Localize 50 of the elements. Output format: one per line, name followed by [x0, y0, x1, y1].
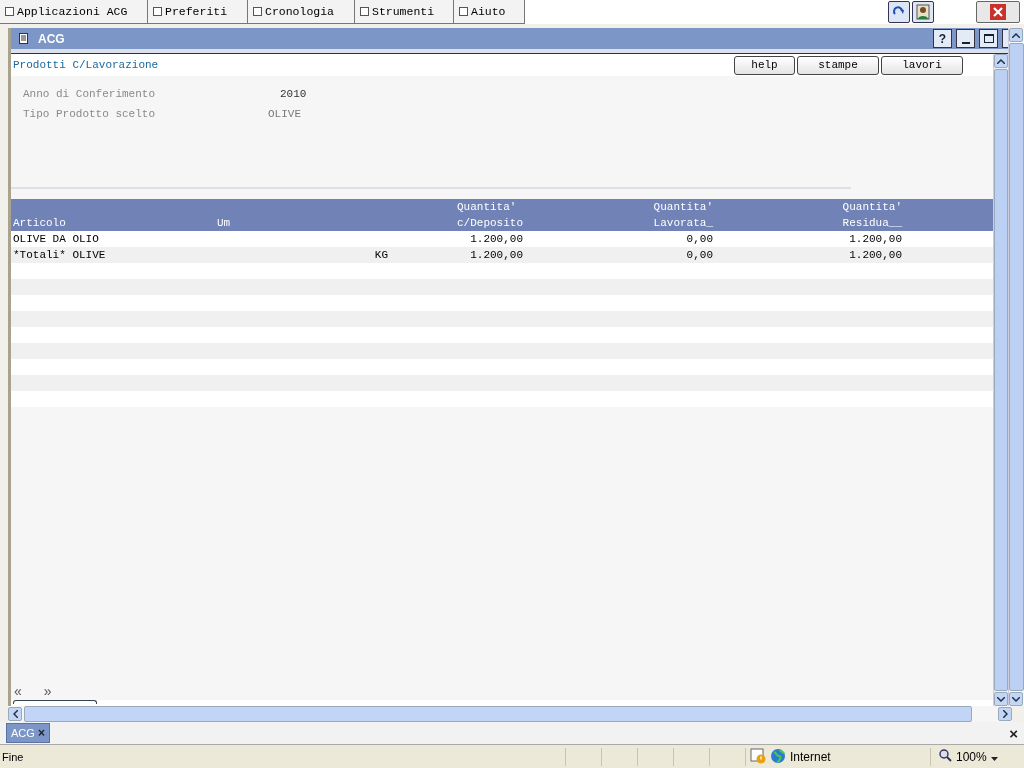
close-button[interactable] — [976, 1, 1020, 23]
zoom-level[interactable]: 100% — [956, 749, 987, 764]
action-button[interactable]: lavori — [881, 55, 963, 75]
action-button[interactable]: help — [734, 55, 795, 75]
field-label: Tipo Prodotto scelto — [23, 108, 157, 120]
previous-page-link[interactable]: « — [14, 683, 22, 699]
minimize-button[interactable] — [956, 29, 975, 48]
close-icon[interactable]: × — [37, 726, 45, 740]
checkbox-icon — [459, 7, 468, 16]
checkbox-icon — [5, 7, 14, 16]
column-header[interactable]: Um — [217, 215, 231, 231]
page-title: Prodotti C/Lavorazione — [13, 59, 159, 71]
table-cell: 1.200,00 — [470, 233, 523, 245]
user-icon[interactable] — [912, 1, 934, 23]
table-cell: OLIVE DA OLIO — [13, 233, 99, 245]
table-cell: 1.200,00 — [470, 249, 523, 261]
tab[interactable]: ACG × — [6, 723, 50, 743]
refresh-icon[interactable] — [888, 1, 910, 23]
table-cell: 1.200,00 — [849, 233, 902, 245]
close-icon[interactable] — [990, 4, 1006, 20]
checkbox-icon — [253, 7, 262, 16]
column-header[interactable]: Articolo — [13, 215, 66, 231]
scroll-down-icon[interactable] — [1009, 692, 1023, 706]
scroll-up-icon[interactable] — [1009, 28, 1023, 42]
maximize-button[interactable] — [979, 29, 998, 48]
field-value: 2010 — [280, 88, 307, 100]
scroll-left-icon[interactable] — [8, 707, 22, 721]
close-button[interactable]: × — [1009, 724, 1018, 742]
table-cell: 0,00 — [686, 249, 713, 261]
checkbox-icon — [153, 7, 162, 16]
action-button[interactable]: stampe — [797, 55, 879, 75]
status-text: Fine — [2, 750, 24, 763]
window-title: ACG — [38, 31, 65, 46]
document-icon — [19, 33, 28, 44]
table-cell: 1.200,00 — [849, 249, 902, 261]
table-cell: 0,00 — [686, 233, 713, 245]
table-cell: KG — [374, 249, 388, 261]
window-button[interactable] — [1002, 29, 1008, 48]
next-page-link[interactable]: » — [43, 683, 52, 699]
field-value: OLIVE — [268, 108, 301, 120]
checkbox-icon — [360, 7, 369, 16]
scroll-right-icon[interactable] — [998, 707, 1012, 721]
warning-icon — [750, 747, 766, 766]
scroll-up-icon[interactable] — [994, 54, 1008, 68]
security-zone: Internet — [790, 749, 831, 764]
scroll-down-icon[interactable] — [994, 692, 1008, 706]
help-button[interactable]: ? — [933, 29, 952, 48]
table-cell: *Totali* OLIVE — [13, 249, 106, 261]
globe-icon — [770, 747, 786, 766]
field-label: Anno di Conferimento — [23, 88, 157, 100]
